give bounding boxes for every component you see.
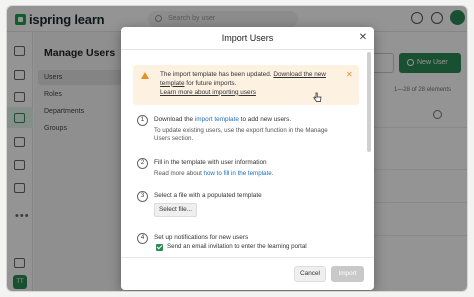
select-file-button[interactable]: Select file...: [154, 203, 197, 217]
app-window: ispring learn Search by user ••• TT Mana…: [6, 5, 468, 292]
import-template-link[interactable]: import template: [195, 116, 239, 123]
step-title: Download the import template to add new …: [154, 116, 291, 123]
step-description: To update existing users, use the export…: [154, 127, 328, 143]
learn-more-link[interactable]: Learn more about importing users: [160, 89, 256, 96]
import-button[interactable]: Import: [331, 266, 364, 282]
step-number: 1: [137, 115, 148, 126]
step-title-text: Download the: [154, 116, 195, 123]
warning-icon: [141, 72, 149, 79]
send-invitation-label[interactable]: Send an email invitation to enter the le…: [167, 243, 307, 250]
close-alert-icon[interactable]: ✕: [346, 70, 353, 79]
alert-message-end: for future imports.: [186, 79, 237, 87]
fill-template-link[interactable]: how to fill in the template: [204, 170, 272, 177]
step-number: 2: [137, 158, 148, 169]
step-number: 4: [137, 233, 148, 244]
scrollbar[interactable]: [367, 52, 371, 152]
import-users-dialog: Import Users ✕ The import template has b…: [121, 27, 374, 290]
dialog-footer: Cancel Import: [121, 257, 374, 290]
step-number: 3: [137, 191, 148, 202]
step-title: Set up notifications for new users: [154, 234, 249, 241]
step-title: Fill in the template with user informati…: [154, 159, 267, 166]
close-icon[interactable]: ✕: [357, 32, 369, 44]
step-description-text: .: [271, 170, 274, 177]
send-invitation-checkbox[interactable]: [156, 244, 163, 251]
template-updated-alert: The import template has been updated. Do…: [133, 65, 359, 105]
alert-message: The import template has been updated.: [160, 71, 272, 78]
step-description: Read more about how to fill in the templ…: [154, 170, 334, 178]
dialog-body: The import template has been updated. Do…: [121, 50, 374, 257]
alert-text: The import template has been updated. Do…: [160, 71, 335, 97]
step-title-text: to add new users.: [238, 116, 292, 123]
step-title: Select a file with a populated template: [154, 192, 262, 199]
cancel-button[interactable]: Cancel: [294, 266, 326, 282]
dialog-title: Import Users: [221, 33, 274, 43]
step-description-text: Read more about: [154, 170, 204, 177]
